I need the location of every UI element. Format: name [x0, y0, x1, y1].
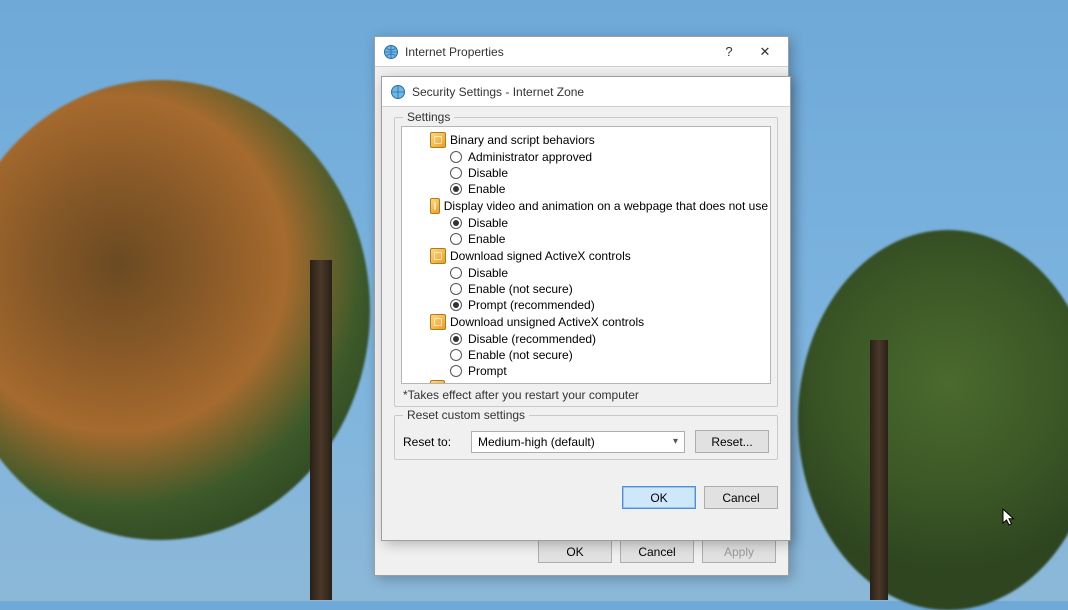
ok-button[interactable]: OK — [622, 486, 696, 509]
settings-tree-scroll[interactable]: Binary and script behaviors Administrator… — [402, 127, 770, 383]
settings-option[interactable]: Prompt (recommended) — [450, 297, 768, 313]
option-label: Prompt (recommended) — [468, 298, 595, 312]
option-label: Enable — [468, 232, 505, 246]
cancel-button[interactable]: Cancel — [704, 486, 778, 509]
radio-icon[interactable] — [450, 283, 462, 295]
settings-category: Display video and animation on a webpage… — [430, 197, 768, 215]
help-button[interactable]: ? — [714, 41, 744, 63]
mouse-cursor-icon — [1002, 508, 1018, 528]
reset-legend: Reset custom settings — [403, 408, 529, 422]
option-label: Enable (not secure) — [468, 348, 573, 362]
settings-option[interactable]: Enable (not secure) — [450, 281, 768, 297]
radio-icon[interactable] — [450, 299, 462, 311]
settings-option[interactable]: Disable — [450, 215, 768, 231]
option-label: Enable — [468, 182, 505, 196]
option-label: Administrator approved — [468, 150, 592, 164]
settings-category: Download signed ActiveX controls — [430, 247, 768, 265]
parent-titlebar[interactable]: Internet Properties ? ✕ — [375, 37, 788, 67]
settings-category: Binary and script behaviors — [430, 131, 768, 149]
reset-button[interactable]: Reset... — [695, 430, 769, 453]
category-label: Download signed ActiveX controls — [450, 249, 631, 263]
settings-category: Initialize and script ActiveX controls n… — [430, 379, 768, 383]
settings-tree-pane: Binary and script behaviors Administrator… — [401, 126, 771, 384]
background-foliage-right — [798, 230, 1068, 610]
radio-icon[interactable] — [450, 349, 462, 361]
settings-option[interactable]: Disable — [450, 265, 768, 281]
settings-group: Settings Binary and script behaviorsAdmi… — [394, 117, 778, 407]
child-window-title: Security Settings - Internet Zone — [412, 85, 782, 99]
option-label: Disable — [468, 266, 508, 280]
radio-icon[interactable] — [450, 233, 462, 245]
settings-legend: Settings — [403, 110, 454, 124]
category-icon — [430, 380, 445, 383]
radio-icon[interactable] — [450, 167, 462, 179]
option-label: Disable (recommended) — [468, 332, 596, 346]
background-trunk — [310, 260, 332, 600]
radio-icon[interactable] — [450, 267, 462, 279]
radio-icon[interactable] — [450, 151, 462, 163]
close-button[interactable]: ✕ — [750, 41, 780, 63]
category-label: Initialize and script ActiveX controls n… — [449, 381, 768, 383]
option-label: Disable — [468, 216, 508, 230]
security-settings-dialog: Security Settings - Internet Zone Settin… — [381, 76, 791, 541]
settings-option[interactable]: Enable — [450, 181, 768, 197]
radio-icon[interactable] — [450, 333, 462, 345]
option-label: Enable (not secure) — [468, 282, 573, 296]
settings-option[interactable]: Disable (recommended) — [450, 331, 768, 347]
background-trunk — [870, 340, 888, 600]
category-icon — [430, 132, 446, 148]
parent-cancel-button[interactable]: Cancel — [620, 540, 694, 563]
radio-icon[interactable] — [450, 217, 462, 229]
radio-icon[interactable] — [450, 183, 462, 195]
parent-window-title: Internet Properties — [405, 45, 708, 59]
reset-level-value: Medium-high (default) — [478, 435, 595, 449]
settings-option[interactable]: Administrator approved — [450, 149, 768, 165]
restart-note: *Takes effect after you restart your com… — [401, 384, 771, 402]
parent-ok-button[interactable]: OK — [538, 540, 612, 563]
child-titlebar[interactable]: Security Settings - Internet Zone — [382, 77, 790, 107]
radio-icon[interactable] — [450, 365, 462, 377]
settings-option[interactable]: Disable — [450, 165, 768, 181]
category-icon — [430, 248, 446, 264]
settings-option[interactable]: Enable — [450, 231, 768, 247]
category-label: Display video and animation on a webpage… — [444, 199, 768, 213]
category-icon — [430, 198, 440, 214]
settings-category: Download unsigned ActiveX controls — [430, 313, 768, 331]
option-label: Disable — [468, 166, 508, 180]
internet-options-icon — [390, 84, 406, 100]
reset-level-combobox[interactable]: Medium-high (default) ▾ — [471, 431, 685, 453]
settings-option[interactable]: Enable (not secure) — [450, 347, 768, 363]
category-label: Download unsigned ActiveX controls — [450, 315, 644, 329]
settings-option[interactable]: Prompt — [450, 363, 768, 379]
internet-options-icon — [383, 44, 399, 60]
reset-to-label: Reset to: — [403, 435, 461, 449]
reset-group: Reset custom settings Reset to: Medium-h… — [394, 415, 778, 460]
parent-apply-button: Apply — [702, 540, 776, 563]
option-label: Prompt — [468, 364, 507, 378]
category-label: Binary and script behaviors — [450, 133, 595, 147]
category-icon — [430, 314, 446, 330]
chevron-down-icon: ▾ — [673, 436, 678, 447]
child-dialog-buttons: OK Cancel — [382, 476, 790, 521]
